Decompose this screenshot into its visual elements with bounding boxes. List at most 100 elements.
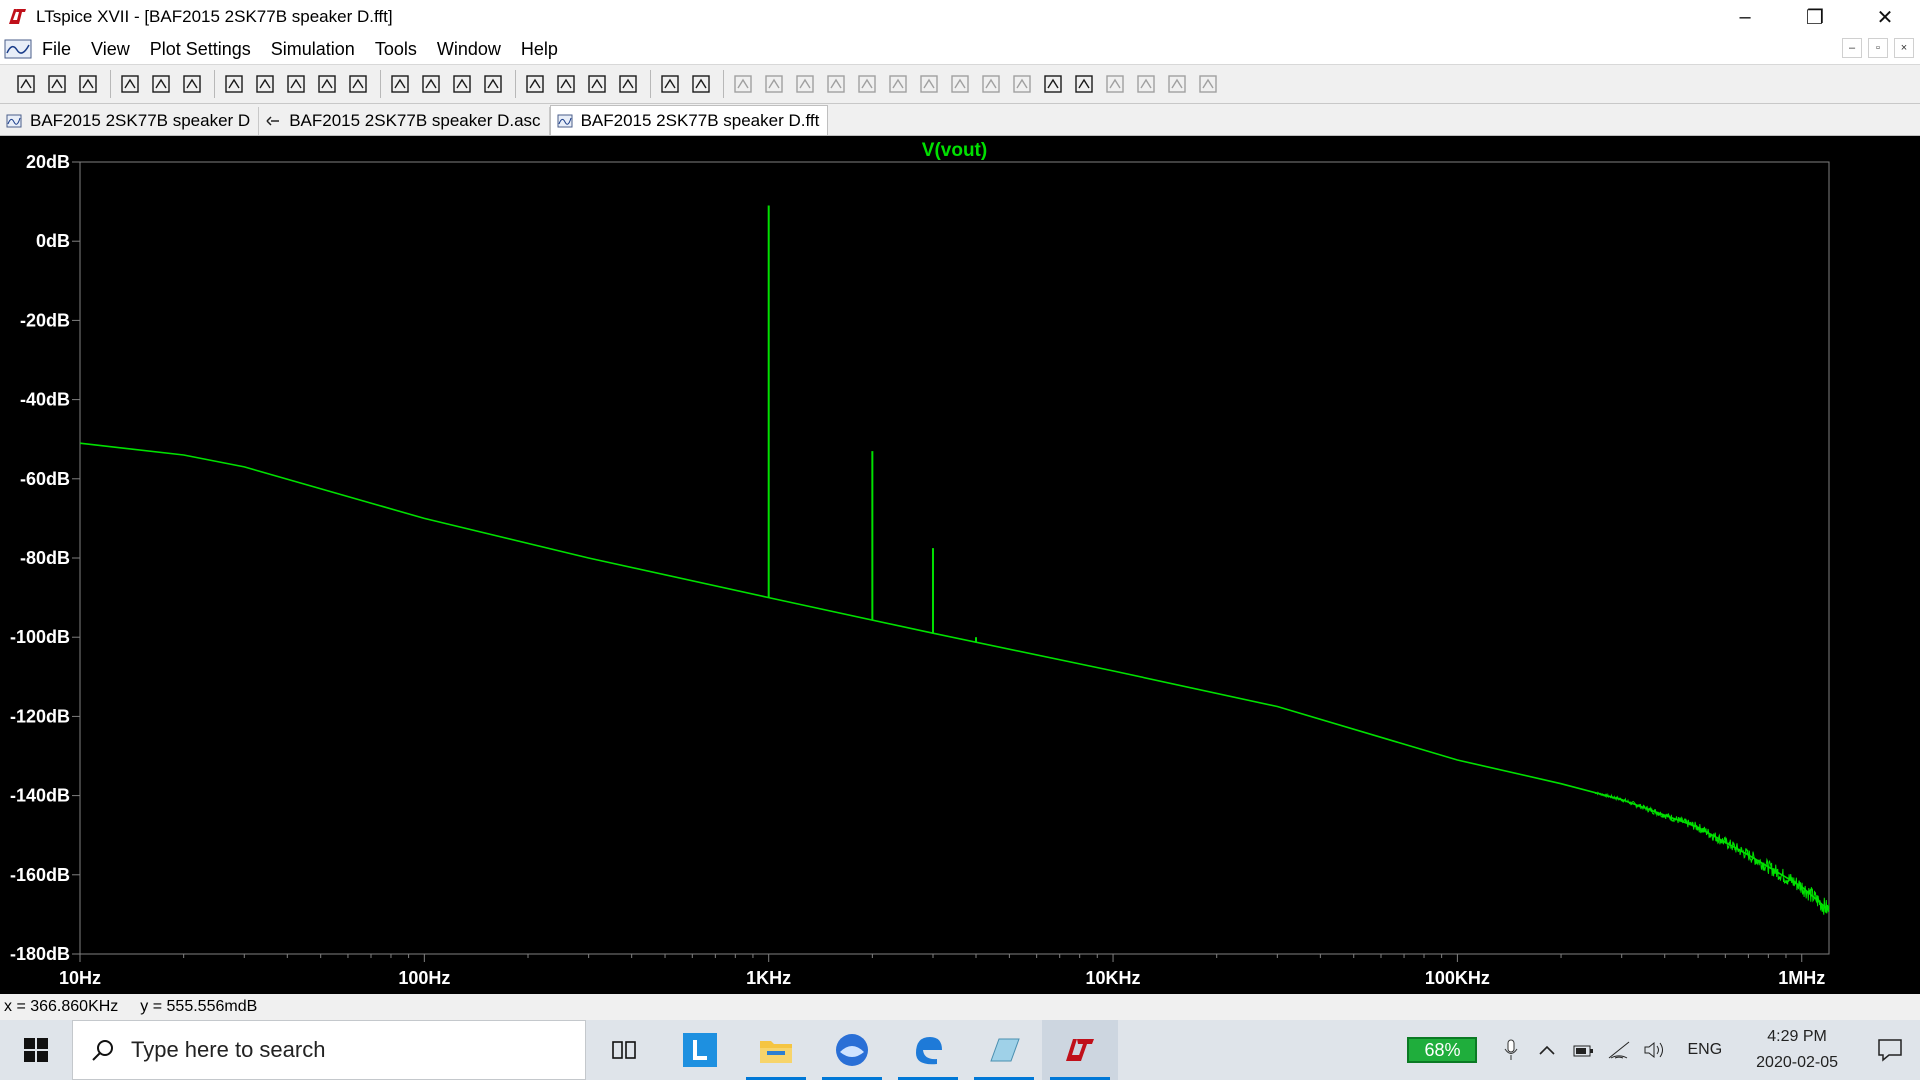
x-tick-label: 100Hz: [398, 968, 450, 988]
open-button[interactable]: [43, 70, 71, 98]
drag-button[interactable]: [1008, 70, 1036, 98]
y-tick-label: -100dB: [10, 627, 70, 647]
clock[interactable]: 4:29 PM 2020-02-05: [1756, 1024, 1838, 1076]
wifi-icon[interactable]: [1603, 1034, 1635, 1066]
mirror-button[interactable]: [1132, 70, 1160, 98]
paste-button[interactable]: [583, 70, 611, 98]
windows-logo-icon: [24, 1038, 48, 1062]
restore-button[interactable]: ❐: [1780, 0, 1850, 34]
close-button[interactable]: ✕: [1850, 0, 1920, 34]
zoom-fit-button[interactable]: [313, 70, 341, 98]
task-view-button[interactable]: [586, 1020, 662, 1080]
minimize-button[interactable]: –: [1710, 0, 1780, 34]
start-button[interactable]: [0, 1020, 72, 1080]
run-button[interactable]: [12, 70, 40, 98]
text-icon: [1168, 75, 1186, 93]
y-tick-label: -40dB: [20, 390, 70, 410]
mic-icon[interactable]: [1495, 1034, 1527, 1066]
print-setup-icon: [692, 75, 710, 93]
undo-button[interactable]: [1039, 70, 1067, 98]
move-icon: [982, 75, 1000, 93]
schematic-icon: [266, 116, 280, 126]
mdi-restore-button[interactable]: ▫: [1868, 38, 1888, 58]
rotate-icon: [1106, 75, 1124, 93]
menu-view[interactable]: View: [91, 39, 130, 60]
menu-file[interactable]: File: [42, 39, 71, 60]
taskbar-ltspice[interactable]: [1042, 1020, 1118, 1080]
menu-window[interactable]: Window: [437, 39, 501, 60]
add-trace-button[interactable]: [386, 70, 414, 98]
window-title: LTspice XVII - [BAF2015 2SK77B speaker D…: [36, 7, 393, 26]
move-button[interactable]: [977, 70, 1005, 98]
title-bar: LTspice XVII - [BAF2015 2SK77B speaker D…: [0, 0, 1920, 34]
menu-simulation[interactable]: Simulation: [271, 39, 355, 60]
x-tick-label: 1MHz: [1778, 968, 1825, 988]
battery-indicator[interactable]: 68%: [1407, 1037, 1478, 1063]
y-tick-label: -80dB: [20, 548, 70, 568]
chevron-up-icon[interactable]: [1531, 1034, 1563, 1066]
cut-icon: [526, 75, 544, 93]
menu-plot-settings[interactable]: Plot Settings: [150, 39, 251, 60]
tab-bar: BAF2015 2SK77B speaker D BAF2015 2SK77B …: [0, 104, 1920, 136]
chart-title: V(vout): [922, 140, 987, 161]
ground-button[interactable]: [760, 70, 788, 98]
cut-button[interactable]: [521, 70, 549, 98]
tile-horizontal-button[interactable]: [417, 70, 445, 98]
taskbar-notepad[interactable]: [966, 1020, 1042, 1080]
cascade-button[interactable]: [479, 70, 507, 98]
diode-icon: [920, 75, 938, 93]
autoscale-button[interactable]: [344, 70, 372, 98]
tab-waveform[interactable]: BAF2015 2SK77B speaker D: [0, 107, 260, 135]
mdi-controls: – ▫ ×: [1842, 38, 1914, 58]
notification-center-button[interactable]: [1860, 1020, 1920, 1080]
find-button[interactable]: [614, 70, 642, 98]
text-button[interactable]: [1163, 70, 1191, 98]
tab-fft[interactable]: BAF2015 2SK77B speaker D.fft: [549, 105, 829, 135]
tile-vertical-button[interactable]: [448, 70, 476, 98]
component-button[interactable]: [946, 70, 974, 98]
resistor-button[interactable]: [822, 70, 850, 98]
y-tick-label: -20dB: [20, 310, 70, 330]
inductor-button[interactable]: [884, 70, 912, 98]
power-plug-icon[interactable]: [1567, 1034, 1599, 1066]
waveform-plot-pane[interactable]: V(vout) 20dB 0dB -20dB -40dB -60dB -80dB -100dB…: [0, 136, 1920, 994]
spice-directive-button[interactable]: [1194, 70, 1222, 98]
taskbar-edge[interactable]: [890, 1020, 966, 1080]
diode-button[interactable]: [915, 70, 943, 98]
copy-button[interactable]: [552, 70, 580, 98]
label-net-button[interactable]: [791, 70, 819, 98]
print-button[interactable]: [656, 70, 684, 98]
zoom-in-button[interactable]: [220, 70, 248, 98]
control-panel-button[interactable]: [116, 70, 144, 98]
zoom-out-button[interactable]: [282, 70, 310, 98]
capacitor-button[interactable]: [853, 70, 881, 98]
print-setup-button[interactable]: [687, 70, 715, 98]
mdi-close-button[interactable]: ×: [1894, 38, 1914, 58]
redo-button[interactable]: [1070, 70, 1098, 98]
halt-icon: [152, 75, 170, 93]
pan-hand-button[interactable]: [178, 70, 206, 98]
save-button[interactable]: [74, 70, 102, 98]
taskbar-thunderbird[interactable]: [814, 1020, 890, 1080]
taskbar-app-l[interactable]: [662, 1020, 738, 1080]
mdi-minimize-button[interactable]: –: [1842, 38, 1862, 58]
taskbar-file-explorer[interactable]: [738, 1020, 814, 1080]
language-indicator[interactable]: ENG: [1687, 1041, 1722, 1059]
draw-wire-button[interactable]: [729, 70, 757, 98]
find-icon: [619, 75, 637, 93]
spice-directive-icon: [1199, 75, 1217, 93]
zoom-fit-icon: [318, 75, 336, 93]
halt-button[interactable]: [147, 70, 175, 98]
taskbar-search[interactable]: Type here to search: [72, 1020, 586, 1080]
fft-chart[interactable]: V(vout) 20dB 0dB -20dB -40dB -60dB -80dB -100dB…: [0, 136, 1920, 994]
volume-icon[interactable]: [1639, 1034, 1671, 1066]
rotate-button[interactable]: [1101, 70, 1129, 98]
print-icon: [661, 75, 679, 93]
tab-schematic[interactable]: BAF2015 2SK77B speaker D.asc: [259, 107, 550, 135]
menu-help[interactable]: Help: [521, 39, 558, 60]
undo-icon: [1044, 75, 1062, 93]
menu-tools[interactable]: Tools: [375, 39, 417, 60]
zoom-box-button[interactable]: [251, 70, 279, 98]
zoom-in-icon: [225, 75, 243, 93]
document-waveform-icon[interactable]: [4, 38, 32, 60]
